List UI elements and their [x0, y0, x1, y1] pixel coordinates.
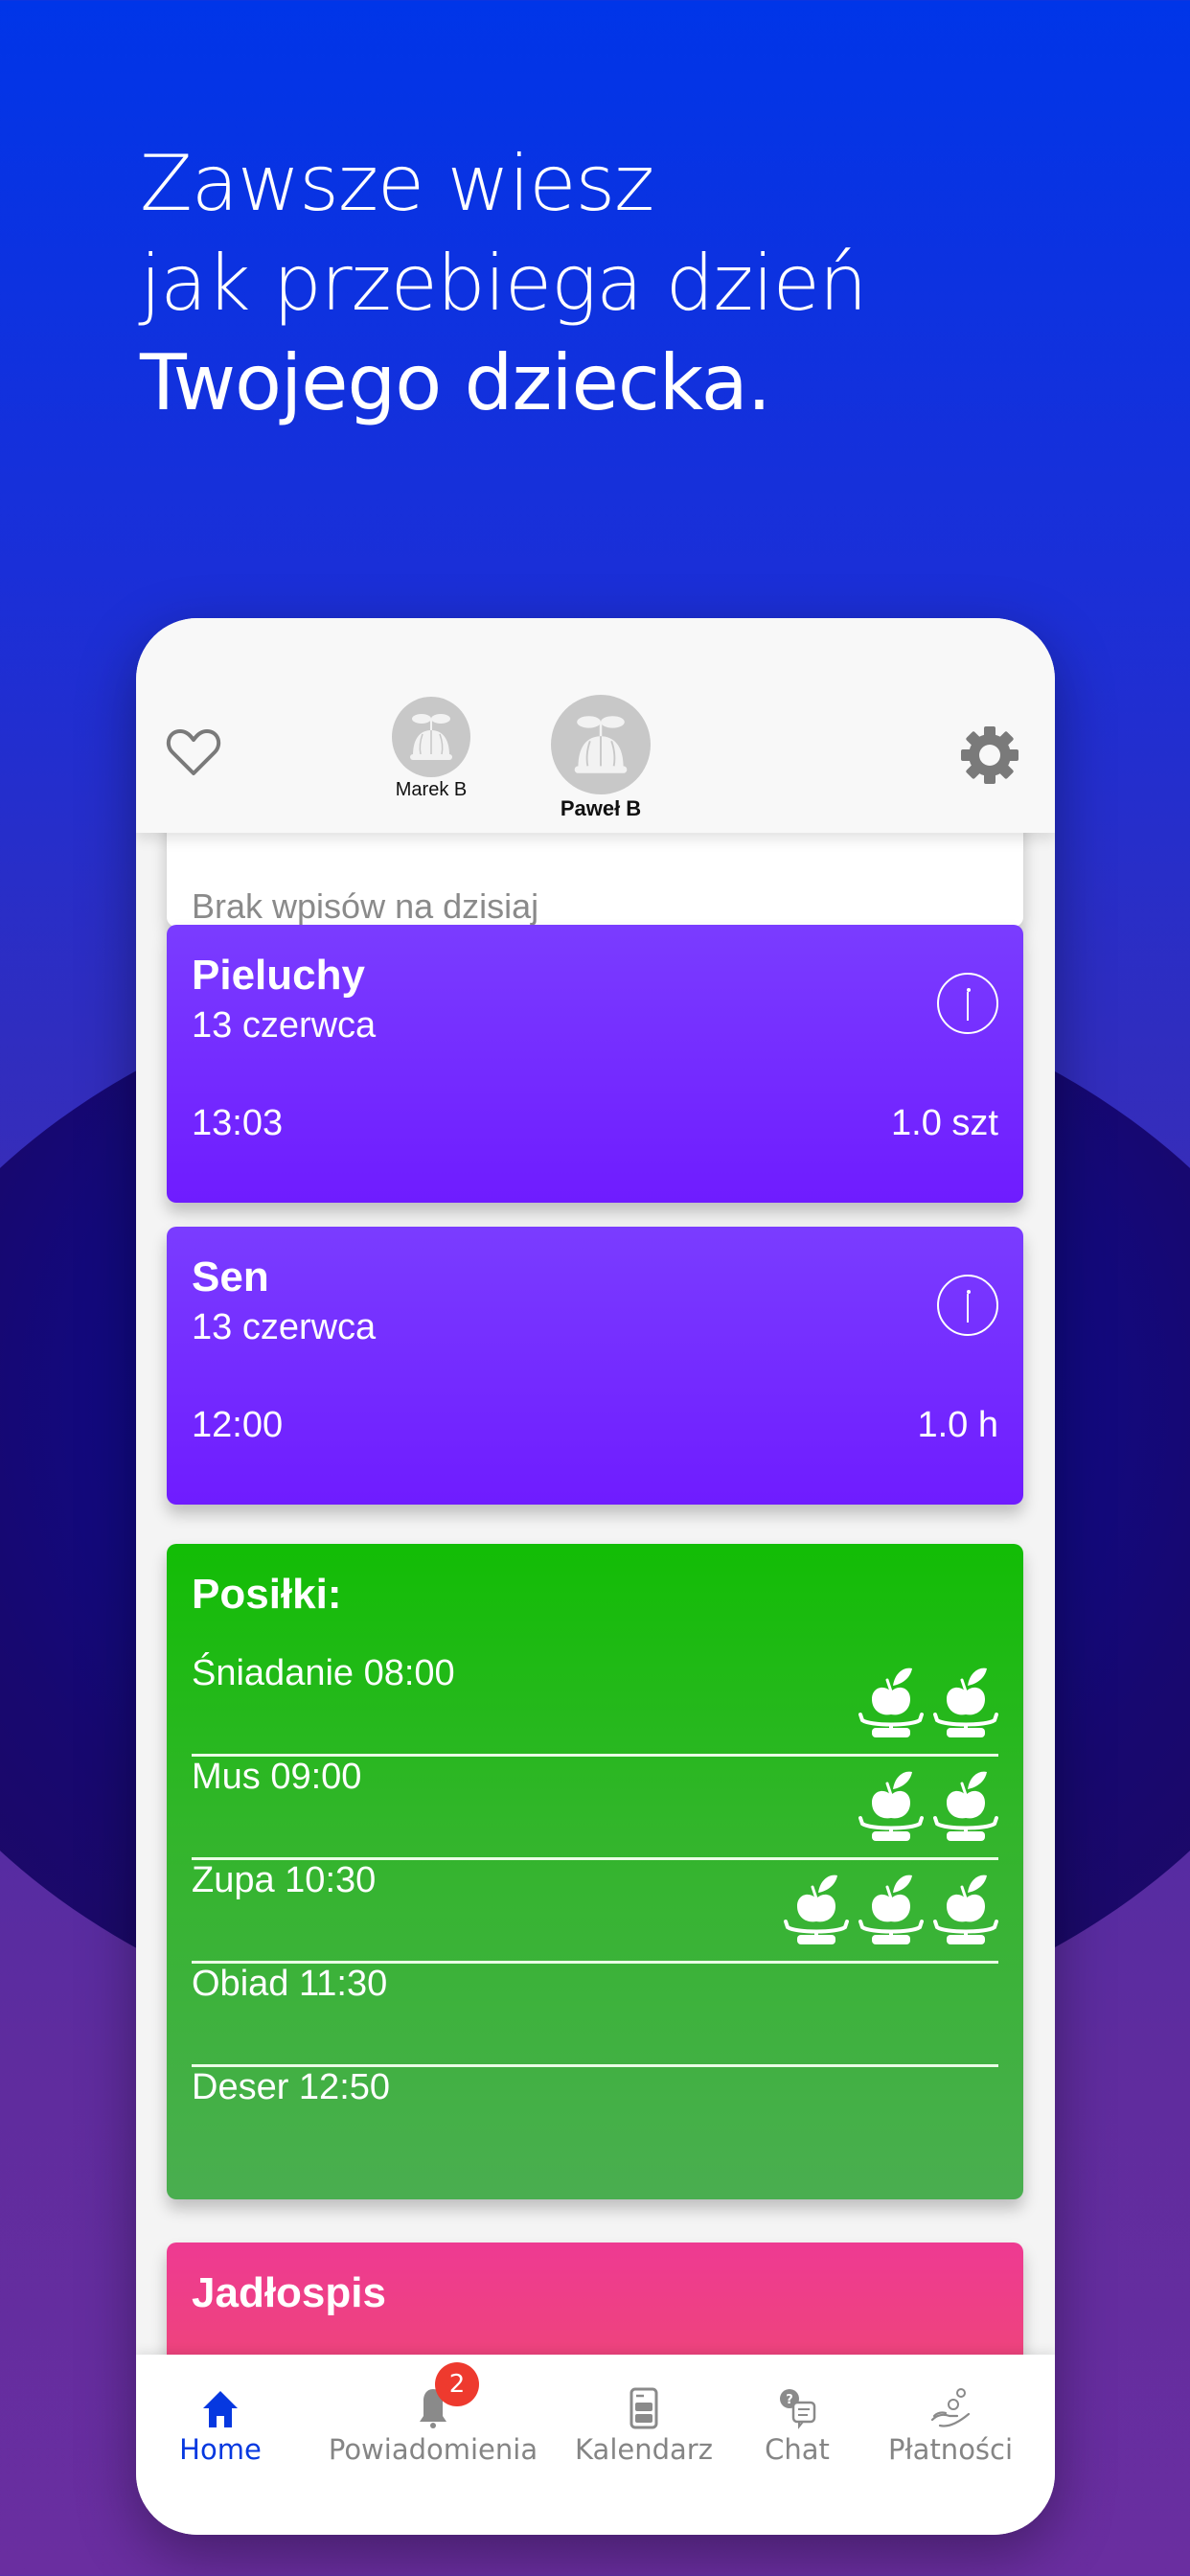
tab-payments[interactable]: Płatności: [874, 2383, 1027, 2466]
phone-mockup: Brak wpisów na dzisiaj Pieluchy 13 czerw…: [136, 618, 1055, 2535]
top-bar: Marek B Paweł B: [136, 618, 1055, 833]
svg-text:?: ?: [786, 2393, 793, 2407]
tab-label: Płatności: [887, 2433, 1014, 2466]
headline-line-2: jak przebiega dzień: [140, 239, 867, 328]
apple-portion-icon: [858, 1771, 924, 1841]
notification-badge: 2: [435, 2362, 479, 2406]
propeller-hat-icon: [410, 714, 452, 760]
payments-icon: [930, 2388, 971, 2427]
card-time: 12:00: [192, 1405, 284, 1445]
tab-home[interactable]: Home: [163, 2383, 278, 2466]
meal-label: Zupa 10:30: [192, 1860, 377, 1900]
tab-notifications[interactable]: 2 Powiadomienia: [313, 2362, 553, 2466]
home-icon: [203, 2391, 238, 2427]
tab-chat[interactable]: ? Chat: [744, 2383, 850, 2466]
card-date: 13 czerwca: [192, 1005, 377, 1046]
meal-row: Obiad 11:30: [192, 1964, 998, 2067]
apple-portion-icon: [858, 1668, 924, 1737]
calendar-icon: [629, 2387, 658, 2429]
tab-label: Home: [179, 2433, 262, 2466]
card-title: Pieluchy: [192, 952, 365, 999]
diapers-card[interactable]: Pieluchy 13 czerwca 13:03 1.0 szt: [167, 925, 1023, 1203]
bottom-tab-bar: Home 2 Powiadomienia Kalendarz ? Chat Pł…: [136, 2355, 1055, 2535]
feed: Brak wpisów na dzisiaj Pieluchy 13 czerw…: [136, 618, 1055, 2535]
apple-portion-icon: [933, 1771, 998, 1841]
meal-portions: [858, 1766, 998, 1841]
meals-card[interactable]: Posiłki: Śniadanie 08:00 Mus 09:00 Zupa 10…: [167, 1544, 1023, 2199]
meal-row: Mus 09:00: [192, 1757, 998, 1860]
child-avatar: [551, 695, 651, 794]
empty-entries-text: Brak wpisów na dzisiaj: [192, 886, 539, 926]
headline-line-3: Twojego dziecka.: [140, 338, 771, 427]
child-avatar: [392, 697, 470, 777]
apple-portion-icon: [858, 1874, 924, 1944]
meal-portions: [784, 1870, 998, 1944]
apple-portion-icon: [933, 1874, 998, 1944]
apple-portion-icon: [933, 1668, 998, 1737]
child-name: Marek B: [395, 779, 468, 800]
child-selector-pawel[interactable]: Paweł B: [538, 695, 663, 821]
card-date: 13 czerwca: [192, 1307, 377, 1347]
propeller-hat-icon: [574, 716, 628, 773]
info-icon[interactable]: [937, 973, 998, 1034]
menu-card-title: Jadłospis: [192, 2269, 386, 2316]
sleep-card[interactable]: Sen 13 czerwca 12:00 1.0 h: [167, 1227, 1023, 1505]
meal-label: Śniadanie 08:00: [192, 1653, 455, 1693]
meal-label: Deser 12:50: [192, 2067, 391, 2107]
meal-row: Zupa 10:30: [192, 1860, 998, 1964]
meal-row: Śniadanie 08:00: [192, 1653, 998, 1757]
meal-label: Obiad 11:30: [192, 1964, 388, 2004]
heart-icon[interactable]: [165, 724, 222, 781]
child-selector-marek[interactable]: Marek B: [383, 697, 479, 801]
meal-row: Deser 12:50: [192, 2067, 998, 2171]
tab-label: Powiadomienia: [328, 2433, 538, 2466]
card-quantity: 1.0 h: [917, 1405, 998, 1445]
settings-gear-icon[interactable]: [960, 725, 1019, 785]
tab-calendar[interactable]: Kalendarz: [558, 2383, 730, 2466]
card-time: 13:03: [192, 1103, 284, 1143]
card-title: Sen: [192, 1254, 269, 1300]
meal-portions: [858, 1663, 998, 1737]
tab-label: Kalendarz: [575, 2433, 713, 2466]
headline-line-1: Zawsze wiesz: [140, 139, 654, 228]
card-quantity: 1.0 szt: [891, 1103, 998, 1143]
headline: Zawsze wiesz jak przebiega dzień Twojego…: [140, 134, 867, 433]
apple-portion-icon: [784, 1874, 849, 1944]
meal-label: Mus 09:00: [192, 1757, 362, 1797]
chat-icon: ?: [780, 2389, 816, 2429]
meals-title: Posiłki:: [192, 1571, 342, 1618]
child-name: Paweł B: [560, 796, 642, 820]
info-icon[interactable]: [937, 1275, 998, 1336]
tab-label: Chat: [765, 2433, 830, 2466]
